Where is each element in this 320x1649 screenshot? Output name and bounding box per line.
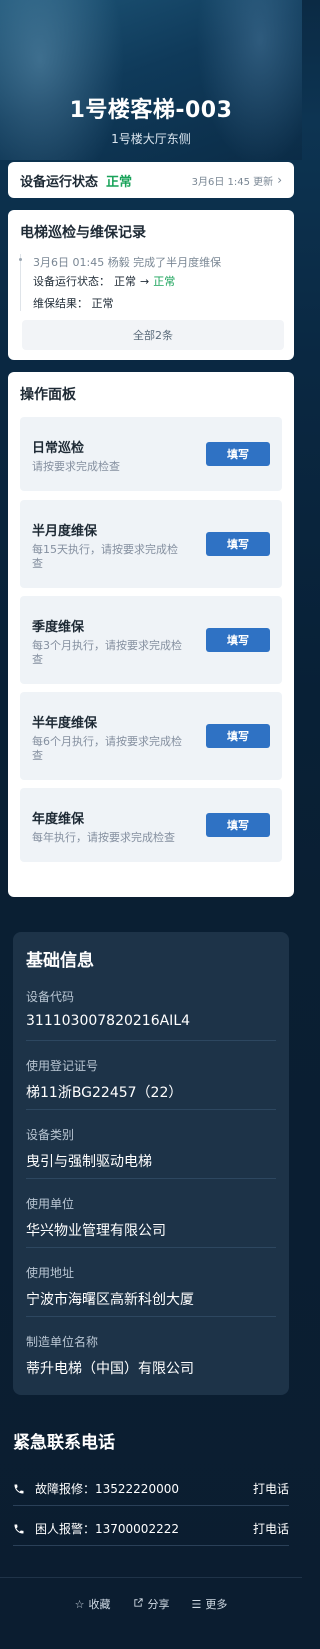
footer-actions: ☆ 收藏 分享 ☰ 更多 <box>0 1596 302 1612</box>
basic-info-title: 基础信息 <box>26 951 94 971</box>
status-updated[interactable]: 3月6日 1:45 更新 › <box>192 173 282 188</box>
records-title: 电梯巡检与维保记录 <box>20 225 146 241</box>
call-button[interactable]: 打电话 <box>253 1480 289 1497</box>
divider <box>26 1040 276 1041</box>
op-item-quarterly: 季度维保 每3个月执行，请按要求完成检查 填写 <box>20 596 282 684</box>
fill-button[interactable]: 填写 <box>206 813 270 837</box>
more-button[interactable]: ☰ 更多 <box>192 1596 228 1612</box>
record-result-value: 正常 <box>91 297 114 310</box>
operations-title: 操作面板 <box>20 387 76 403</box>
record-item[interactable]: 3月6日 01:45 杨毅 完成了半月度维保 设备运行状态： 正常 → 正常 维… <box>19 254 282 311</box>
operations-panel: 操作面板 日常巡检 请按要求完成检查 填写 半月度维保 每15天执行，请按要求完… <box>8 372 294 897</box>
field-label: 制造单位名称 <box>26 1335 99 1349</box>
favorite-label: 收藏 <box>88 1598 111 1611</box>
field-value: 梯11浙BG22457（22） <box>26 1085 183 1101</box>
emergency-title: 紧急联系电话 <box>13 1433 115 1453</box>
more-label: 更多 <box>205 1598 228 1611</box>
contact-row[interactable]: 故障报修：13522220000 打电话 <box>13 1472 289 1506</box>
star-icon: ☆ <box>74 1597 85 1611</box>
share-label: 分享 <box>147 1598 170 1611</box>
contact-row[interactable]: 困人报警：13700002222 打电话 <box>13 1512 289 1546</box>
fill-button[interactable]: 填写 <box>206 442 270 466</box>
record-result: 维保结果： 正常 <box>33 295 282 311</box>
field-manufacturer: 制造单位名称 蒂升电梯（中国）有限公司 <box>26 1333 276 1378</box>
record-result-label: 维保结果： <box>33 297 88 310</box>
field-category: 设备类别 曳引与强制驱动电梯 <box>26 1126 276 1171</box>
basic-info-panel: 基础信息 设备代码 311103007820216AIL4 使用登记证号 梯11… <box>13 932 289 1395</box>
menu-icon: ☰ <box>191 1597 202 1611</box>
fill-button[interactable]: 填写 <box>206 724 270 748</box>
status-label: 设备运行状态 <box>20 174 99 190</box>
field-device-code: 设备代码 311103007820216AIL4 <box>26 988 276 1029</box>
divider <box>26 1316 276 1317</box>
phone-icon <box>13 1483 27 1495</box>
contact-text: 故障报修：13522220000 <box>35 1482 179 1496</box>
record-status-from: 正常 <box>114 275 136 288</box>
share-icon <box>133 1597 144 1611</box>
contact-text: 困人报警：13700002222 <box>35 1522 179 1536</box>
arrow-right-icon: → <box>140 274 150 288</box>
share-button[interactable]: 分享 <box>133 1596 170 1612</box>
op-desc: 每6个月执行，请按要求完成检查 <box>32 735 182 762</box>
op-desc: 每15天执行，请按要求完成检查 <box>32 543 178 570</box>
field-user-unit: 使用单位 华兴物业管理有限公司 <box>26 1195 276 1240</box>
phone-icon <box>13 1523 27 1535</box>
page-subtitle: 1号楼大厅东侧 <box>111 132 191 146</box>
record-status-to: 正常 <box>153 275 176 288</box>
view-all-records-button[interactable]: 全部2条 <box>22 320 284 350</box>
field-label: 使用地址 <box>26 1266 75 1280</box>
record-status-label: 设备运行状态： <box>33 275 110 288</box>
op-item-annual: 年度维保 每年执行，请按要求完成检查 填写 <box>20 788 282 862</box>
call-button[interactable]: 打电话 <box>253 1520 289 1537</box>
status-card[interactable]: 设备运行状态 正常 3月6日 1:45 更新 › <box>8 162 294 198</box>
op-desc: 每年执行，请按要求完成检查 <box>32 831 175 844</box>
field-label: 使用登记证号 <box>26 1059 99 1073</box>
op-item-semimonthly: 半月度维保 每15天执行，请按要求完成检查 填写 <box>20 500 282 588</box>
fill-button[interactable]: 填写 <box>206 532 270 556</box>
field-value: 311103007820216AIL4 <box>26 1013 191 1029</box>
header-banner: 1号楼客梯-003 1号楼大厅东侧 <box>0 0 302 160</box>
records-card: 电梯巡检与维保记录 3月6日 01:45 杨毅 完成了半月度维保 设备运行状态：… <box>8 210 294 360</box>
field-label: 使用单位 <box>26 1197 75 1211</box>
record-summary: 3月6日 01:45 杨毅 完成了半月度维保 <box>33 256 222 269</box>
chevron-right-icon: › <box>277 173 282 187</box>
field-registration: 使用登记证号 梯11浙BG22457（22） <box>26 1057 276 1102</box>
op-item-semiannual: 半年度维保 每6个月执行，请按要求完成检查 填写 <box>20 692 282 780</box>
op-desc: 请按要求完成检查 <box>32 460 120 473</box>
field-address: 使用地址 宁波市海曙区高新科创大厦 <box>26 1264 276 1309</box>
divider <box>26 1178 276 1179</box>
page-title: 1号楼客梯-003 <box>69 98 233 123</box>
status-updated-text: 3月6日 1:45 更新 <box>191 176 274 188</box>
status-value: 正常 <box>106 174 133 190</box>
field-value: 宁波市海曙区高新科创大厦 <box>26 1292 194 1308</box>
divider <box>26 1109 276 1110</box>
field-label: 设备类别 <box>26 1128 75 1142</box>
record-status-change: 设备运行状态： 正常 → 正常 <box>33 273 282 289</box>
footer-divider <box>0 1577 302 1578</box>
field-value: 蒂升电梯（中国）有限公司 <box>26 1361 194 1377</box>
op-desc: 每3个月执行，请按要求完成检查 <box>32 639 182 666</box>
timeline-dot-icon <box>19 258 22 261</box>
fill-button[interactable]: 填写 <box>206 628 270 652</box>
field-value: 华兴物业管理有限公司 <box>26 1223 166 1239</box>
divider <box>26 1247 276 1248</box>
favorite-button[interactable]: ☆ 收藏 <box>75 1596 111 1612</box>
field-label: 设备代码 <box>26 990 75 1004</box>
op-item-daily: 日常巡检 请按要求完成检查 填写 <box>20 417 282 491</box>
field-value: 曳引与强制驱动电梯 <box>26 1154 152 1170</box>
